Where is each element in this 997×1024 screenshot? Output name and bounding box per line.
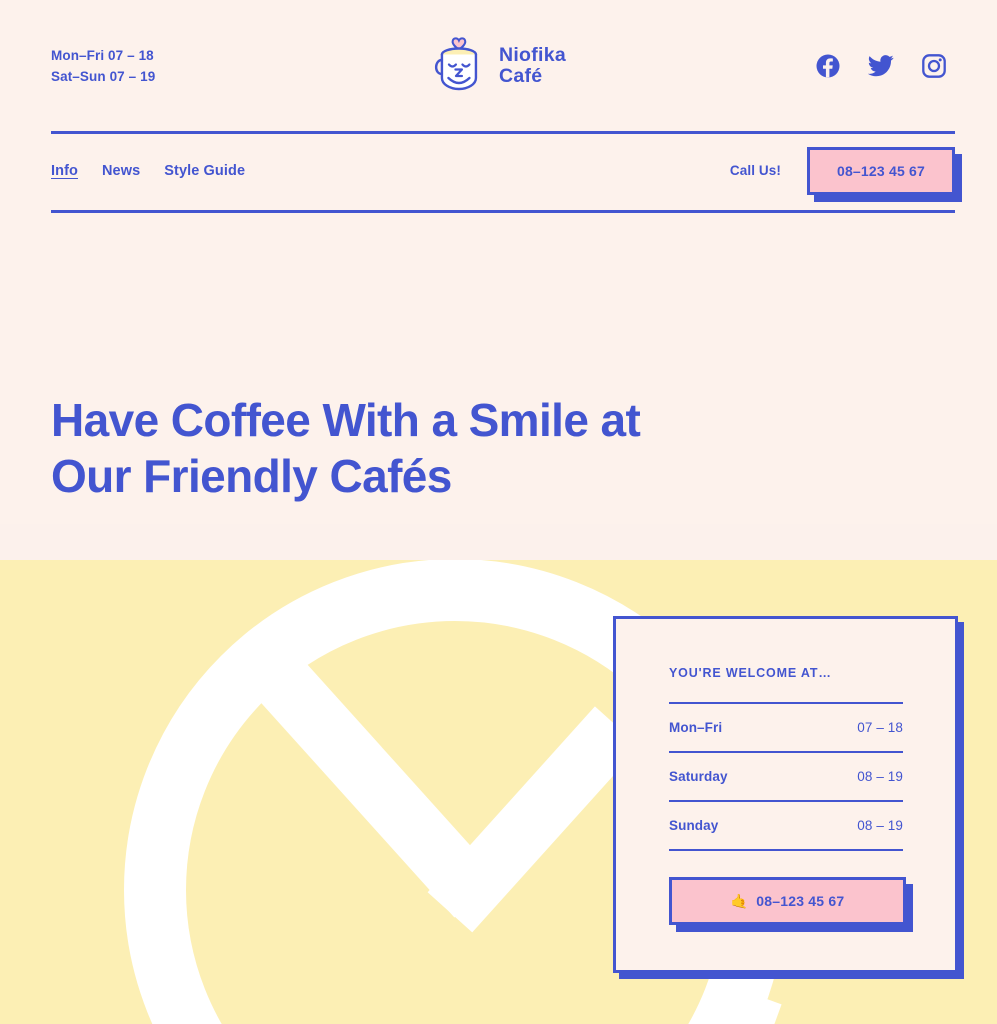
nav-link-news[interactable]: News: [102, 163, 140, 179]
header-phone-button[interactable]: 08–123 45 67: [806, 146, 955, 195]
table-row: Mon–Fri 07 – 18: [669, 704, 903, 751]
header-phone-button-wrap: 08–123 45 67: [806, 146, 963, 202]
row-time-value: 08 – 19: [857, 769, 903, 784]
headline-line-1: Have Coffee With a Smile at: [51, 394, 641, 446]
facebook-icon[interactable]: [816, 54, 840, 78]
page-title: Have Coffee With a Smile at Our Friendly…: [51, 392, 751, 504]
card-phone-button-label: 08–123 45 67: [756, 893, 845, 909]
row-day-label: Mon–Fri: [669, 720, 723, 735]
header-opening-hours: Mon–Fri 07 – 18 Sat–Sun 07 – 19: [51, 45, 351, 87]
headline-line-2: Our Friendly Cafés: [51, 450, 452, 502]
social-links: [816, 54, 946, 78]
row-time-value: 07 – 18: [857, 720, 903, 735]
cream-band-divider: [0, 524, 997, 560]
yellow-hero-band: YOU'RE WELCOME AT… Mon–Fri 07 – 18 Satur…: [0, 560, 997, 1024]
main-navigation: Info News Style Guide Call Us! 08–123 45…: [51, 131, 963, 210]
coffee-mug-icon: [431, 34, 486, 99]
row-day-label: Sunday: [669, 818, 719, 833]
nav-link-style-guide[interactable]: Style Guide: [164, 163, 245, 179]
site-header: Mon–Fri 07 – 18 Sat–Sun 07 – 19 Niofika …: [0, 0, 997, 132]
header-hours-weekend: Sat–Sun 07 – 19: [51, 69, 156, 84]
page-root: Mon–Fri 07 – 18 Sat–Sun 07 – 19 Niofika …: [0, 0, 997, 1024]
nav-call-group: Call Us! 08–123 45 67: [729, 146, 963, 202]
opening-hours-card-wrap: YOU'RE WELCOME AT… Mon–Fri 07 – 18 Satur…: [613, 616, 964, 979]
card-heading: YOU'RE WELCOME AT…: [669, 666, 832, 680]
hero-section: Have Coffee With a Smile at Our Friendly…: [51, 392, 751, 504]
site-logo[interactable]: Niofika Café: [431, 34, 566, 99]
header-divider-bottom: [51, 210, 955, 213]
table-row: Sunday 08 – 19: [669, 802, 903, 849]
nav-link-info[interactable]: Info: [51, 163, 78, 179]
opening-hours-card: YOU'RE WELCOME AT… Mon–Fri 07 – 18 Satur…: [613, 616, 958, 973]
logo-wordmark: Niofika Café: [499, 45, 566, 87]
call-me-hand-icon: 🤙: [730, 893, 749, 909]
row-time-value: 08 – 19: [857, 818, 903, 833]
twitter-icon[interactable]: [867, 55, 894, 77]
row-day-label: Saturday: [669, 769, 728, 784]
logo-line-2: Café: [498, 65, 543, 87]
card-divider: [669, 849, 903, 851]
nav-link-list: Info News Style Guide: [51, 163, 245, 179]
instagram-icon[interactable]: [922, 54, 946, 78]
card-phone-button-wrap: 🤙 08–123 45 67: [669, 877, 913, 932]
table-row: Saturday 08 – 19: [669, 753, 903, 800]
call-us-label: Call Us!: [729, 163, 781, 178]
header-hours-weekday: Mon–Fri 07 – 18: [51, 48, 154, 63]
logo-line-1: Niofika: [498, 44, 567, 66]
card-phone-button[interactable]: 🤙 08–123 45 67: [669, 877, 906, 925]
